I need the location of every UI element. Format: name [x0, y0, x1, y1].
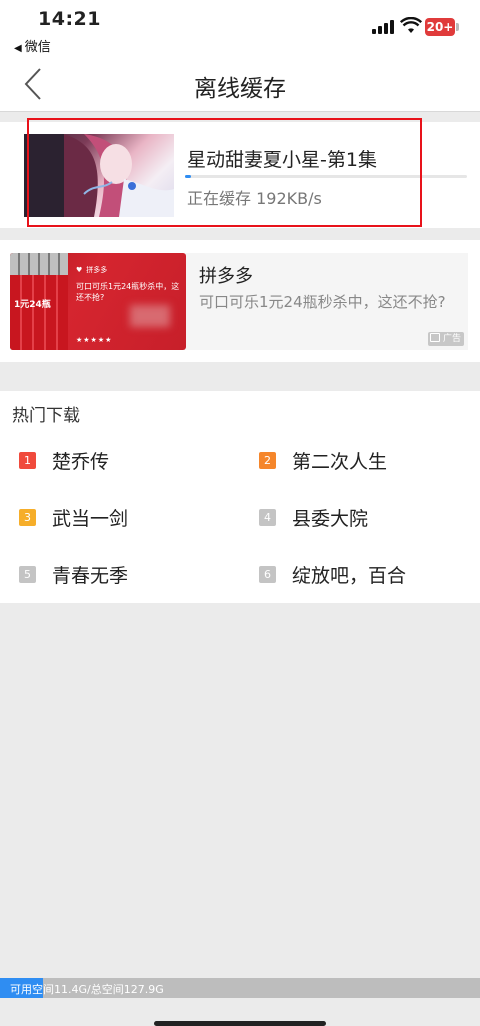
status-time: 14:21 [38, 8, 101, 30]
ad-description: 可口可乐1元24瓶秒杀中，这还不抢? [199, 293, 446, 311]
battery-icon: 20+ [425, 18, 455, 36]
rank-badge: 2 [259, 452, 276, 469]
back-triangle-icon: ◀ [14, 43, 22, 54]
rating-stars-icon: ★★★★★ [76, 336, 113, 344]
anime-thumbnail-art [24, 134, 174, 217]
hot-downloads: 热门下载 1 楚乔传 2 第二次人生 3 武当一剑 4 县委大院 5 青春无季 … [0, 391, 480, 603]
hot-item-name: 绽放吧，百合 [292, 565, 407, 587]
heart-icon: ♥ [76, 266, 83, 274]
back-app-label: 微信 [24, 40, 51, 55]
ad-icon [429, 333, 440, 342]
ad-label-text: 广告 [442, 334, 461, 344]
status-bar: 14:21 ◀ 微信 20+ [0, 0, 480, 58]
episode-thumbnail [24, 134, 174, 217]
ad-image-price: 1元24瓶 [14, 300, 51, 310]
episode-title: 星动甜妻夏小星-第1集 [187, 149, 377, 171]
ad-image-text: 可口可乐1元24瓶秒杀中，这还不抢? [76, 282, 180, 302]
nav-bar: 离线缓存 [0, 58, 480, 112]
signal-icon [372, 19, 394, 34]
hot-item-name: 楚乔传 [52, 451, 110, 473]
hot-item-name: 武当一剑 [52, 508, 129, 530]
rank-badge: 6 [259, 566, 276, 583]
back-to-app-link[interactable]: ◀ 微信 [14, 36, 51, 55]
ad-image-brand-label: 拼多多 [86, 266, 108, 274]
ad-label: 广告 [427, 332, 464, 346]
download-item[interactable]: 星动甜妻夏小星-第1集 正在缓存 192KB/s [0, 122, 480, 228]
hot-item-name: 县委大院 [292, 508, 369, 530]
ad-brand: 拼多多 [199, 266, 253, 287]
page-title: 离线缓存 [194, 76, 286, 102]
hot-downloads-title: 热门下载 [12, 406, 80, 426]
download-status: 正在缓存 192KB/s [187, 189, 322, 208]
rank-badge: 3 [19, 509, 36, 526]
ad-image: 1元24瓶 ♥ 拼多多 可口可乐1元24瓶秒杀中，这还不抢? ★★★★★ [10, 253, 186, 350]
ad-image-brand: ♥ 拼多多 [76, 265, 107, 275]
hot-item-name: 青春无季 [52, 565, 129, 587]
download-progress-fill [185, 175, 191, 178]
ad-image-blur [130, 305, 170, 327]
rank-badge: 4 [259, 509, 276, 526]
hot-item-name: 第二次人生 [292, 451, 388, 473]
rank-badge: 5 [19, 566, 36, 583]
home-indicator[interactable] [154, 1021, 326, 1026]
rank-badge: 1 [19, 452, 36, 469]
ad-card: 1元24瓶 ♥ 拼多多 可口可乐1元24瓶秒杀中，这还不抢? ★★★★★ 拼多多 … [0, 240, 480, 362]
wifi-icon [400, 17, 422, 33]
storage-bar: 可用空间11.4G/总空间127.9G [0, 978, 480, 998]
download-progress-bar [185, 175, 467, 178]
battery-tip [456, 23, 459, 31]
ad-banner[interactable]: 1元24瓶 ♥ 拼多多 可口可乐1元24瓶秒杀中，这还不抢? ★★★★★ 拼多多 … [10, 253, 468, 350]
storage-text: 可用空间11.4G/总空间127.9G [10, 983, 164, 996]
